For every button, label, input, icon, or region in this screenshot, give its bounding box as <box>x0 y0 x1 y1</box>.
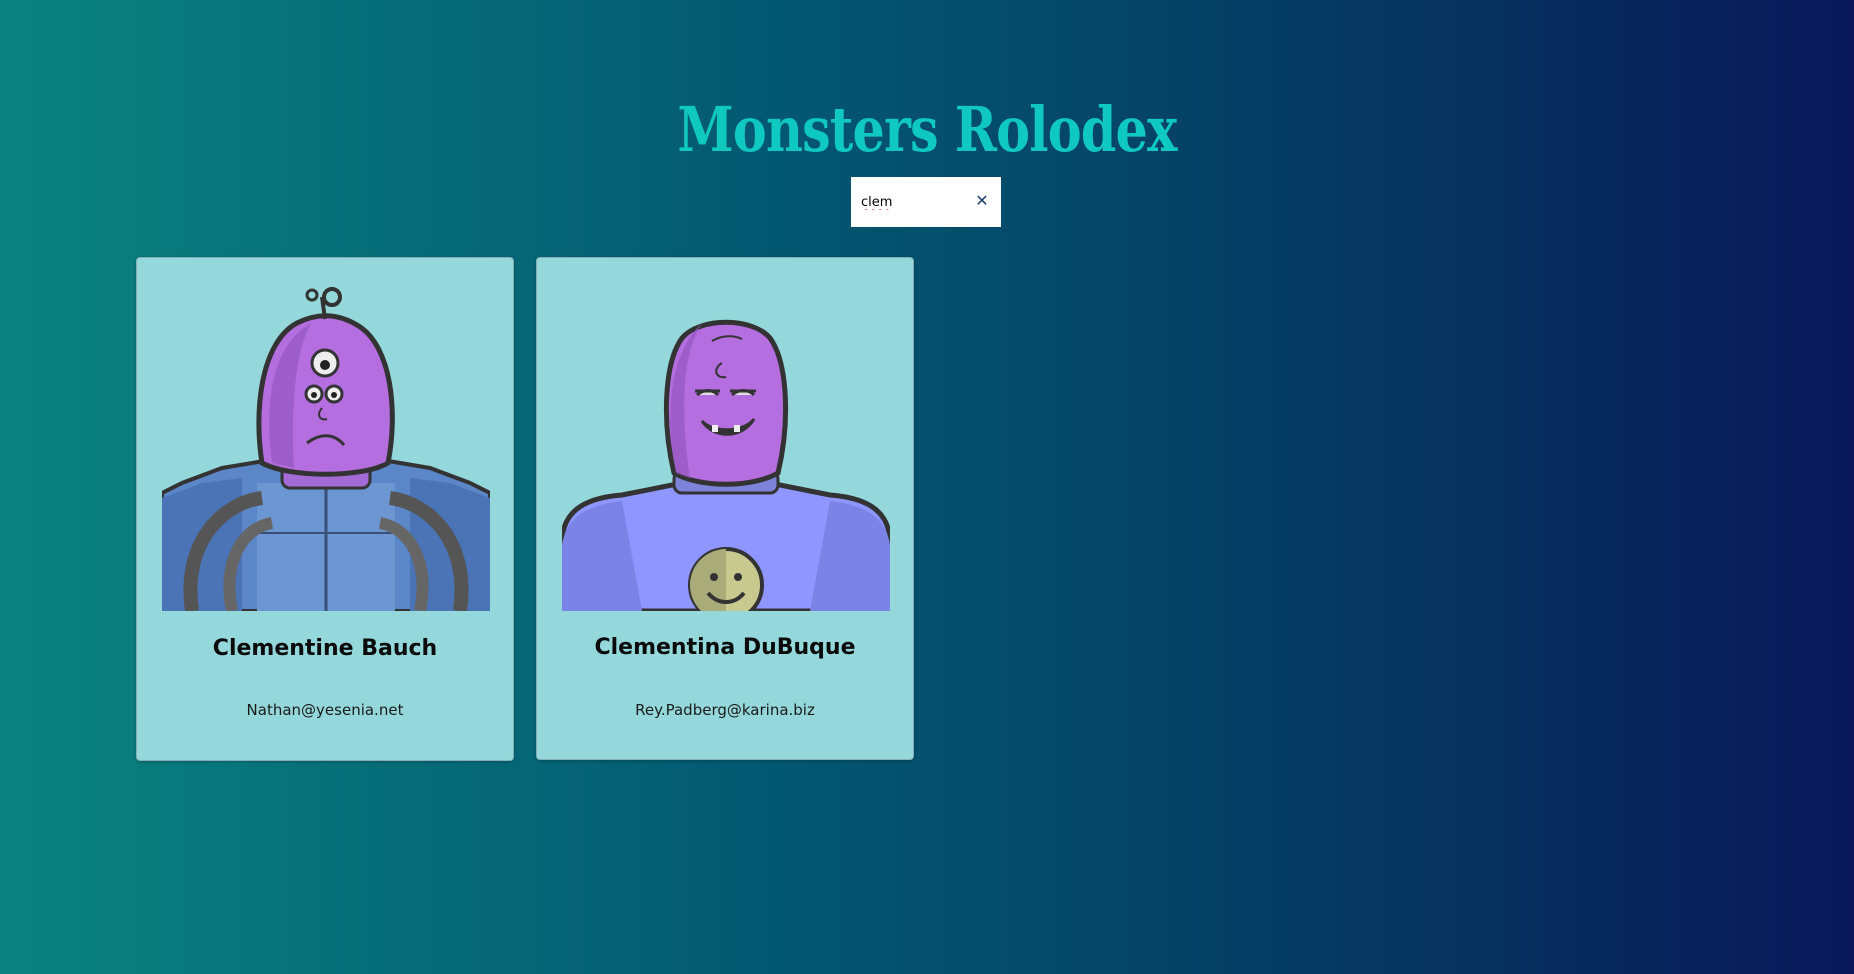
monster-email: Nathan@yesenia.net <box>246 701 404 719</box>
monster-card[interactable]: Clementina DuBuque Rey.Padberg@karina.bi… <box>536 257 914 760</box>
monster-avatar-robot <box>162 283 490 611</box>
monster-email: Rey.Padberg@karina.biz <box>635 701 815 719</box>
page-title: Monsters Rolodex <box>677 92 1177 166</box>
monster-name: Clementina DuBuque <box>594 635 856 660</box>
monster-name: Clementine Bauch <box>212 636 438 661</box>
search-box: ✕ <box>851 177 1001 227</box>
monster-avatar-smiley <box>562 283 890 611</box>
monster-card[interactable]: Clementine Bauch Nathan@yesenia.net <box>136 257 514 761</box>
search-input[interactable] <box>861 194 971 210</box>
close-icon[interactable]: ✕ <box>973 192 991 210</box>
